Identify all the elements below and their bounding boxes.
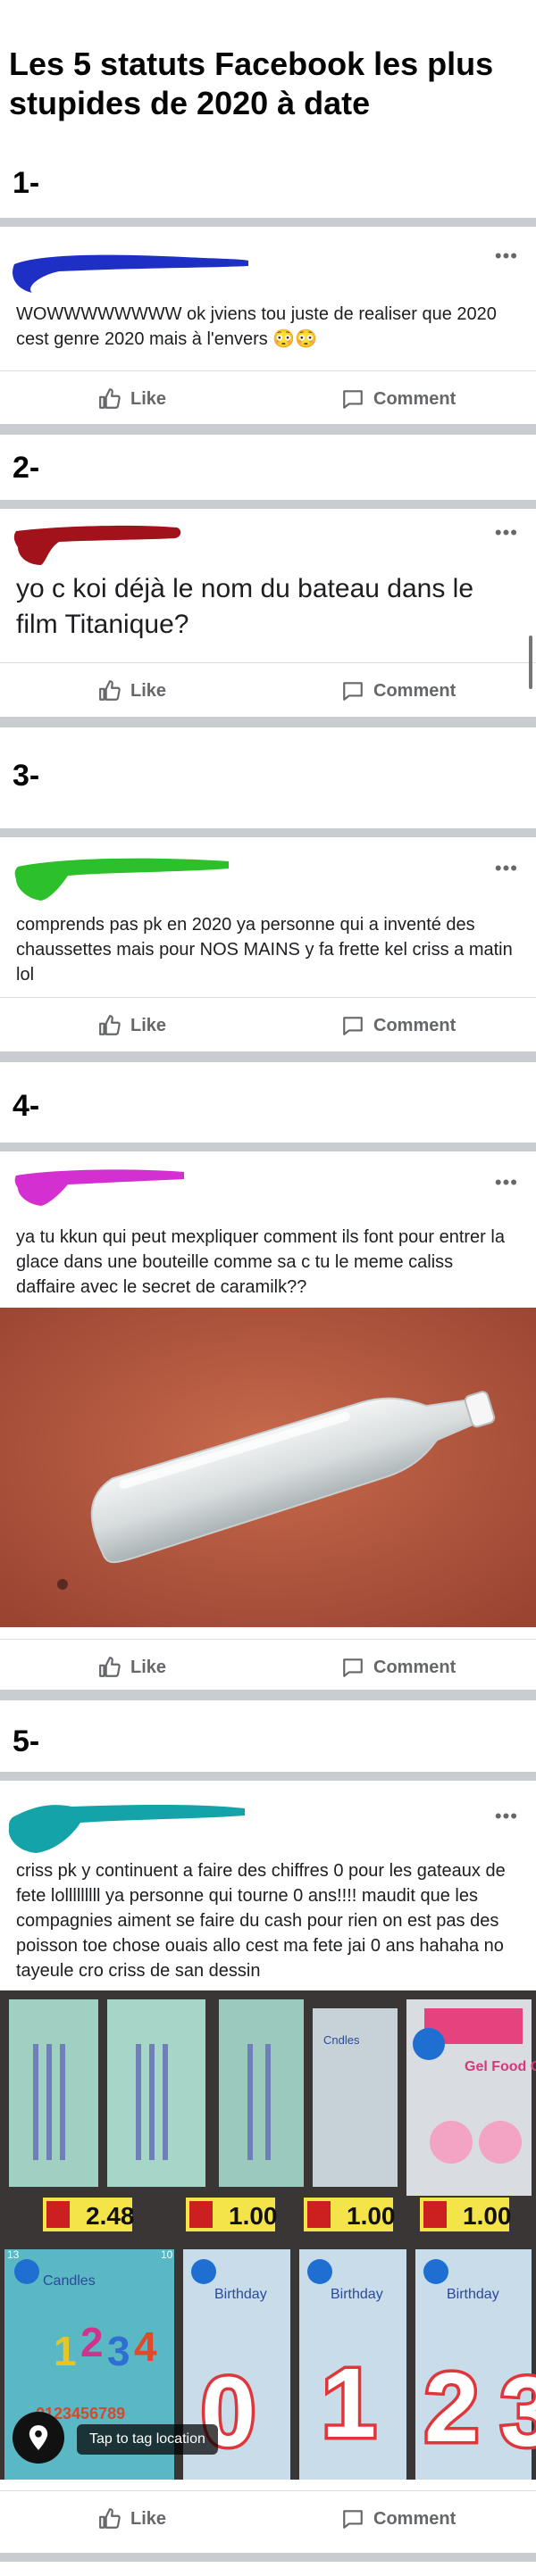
more-options-icon[interactable]: ••• [495, 246, 518, 266]
post-actions: Like Comment [0, 370, 536, 425]
post-actions: Like Comment [0, 2490, 536, 2545]
like-button[interactable]: Like [98, 1656, 166, 1679]
package-label: Cndles [323, 2033, 360, 2047]
post-number: 2- [13, 451, 40, 485]
comment-icon [343, 682, 363, 701]
comment-icon [343, 390, 363, 409]
divider [0, 218, 536, 227]
post-photo-frozen-bottle[interactable] [0, 1308, 536, 1627]
post-number: 4- [13, 1089, 40, 1123]
divider [0, 1772, 536, 1781]
location-pin-button[interactable] [13, 2412, 64, 2464]
package-label: Gel Food Colors [465, 2059, 536, 2074]
svg-text:2: 2 [80, 2319, 104, 2365]
like-icon [99, 2508, 121, 2529]
redaction-scribble [14, 858, 229, 901]
post-number: 3- [13, 759, 40, 793]
post-text: criss pk y continuent a faire des chiffr… [16, 1861, 506, 1981]
redaction-scribble [13, 525, 181, 565]
candle-shelf-illustration: Cndles Gel Food Colors 2.48 1.00 1.00 1.… [0, 1990, 536, 2480]
shelf-label: Birthday [447, 2287, 499, 2302]
package-badge: 10 [161, 2248, 173, 2261]
location-pin-icon [29, 2425, 48, 2450]
like-icon [99, 1015, 121, 1035]
like-icon [99, 388, 121, 409]
comment-icon [343, 2510, 363, 2529]
like-icon [99, 1657, 121, 1677]
section-separator [0, 2553, 536, 2562]
comment-button[interactable]: Comment [341, 2507, 456, 2530]
like-button[interactable]: Like [98, 387, 166, 411]
shelf-label: Birthday [331, 2287, 383, 2302]
comment-icon [343, 1658, 363, 1677]
post-actions: Like Comment [0, 1639, 536, 1693]
price-tag: 1.00 [229, 2202, 278, 2230]
svg-text:1: 1 [54, 2328, 77, 2374]
comment-button[interactable]: Comment [341, 1656, 456, 1679]
post-text: yo c koi déjà le nom du bateau dans le f… [16, 574, 474, 639]
price-tag: 2.48 [86, 2202, 135, 2230]
redaction-scribble [13, 254, 248, 293]
section-separator [0, 717, 536, 727]
svg-text:4: 4 [134, 2323, 157, 2370]
comment-icon [343, 1017, 363, 1035]
divider [0, 1143, 536, 1151]
shelf-label: Birthday [214, 2287, 267, 2302]
post-photo-candles[interactable]: Cndles Gel Food Colors 2.48 1.00 1.00 1.… [0, 1990, 536, 2480]
more-options-icon[interactable]: ••• [495, 1173, 518, 1192]
redaction-scribble [14, 1169, 184, 1206]
like-button[interactable]: Like [98, 679, 166, 702]
price-tag: 1.00 [463, 2202, 512, 2230]
section-separator [0, 1690, 536, 1700]
comment-button[interactable]: Comment [341, 387, 456, 411]
comment-button[interactable]: Comment [341, 679, 456, 702]
post-text: WOWWWWWWWW ok jviens tou juste de realis… [16, 304, 497, 349]
like-button[interactable]: Like [98, 1014, 166, 1037]
number-candle: 2 [424, 2353, 479, 2463]
like-icon [99, 680, 121, 701]
post-text: comprends pas pk en 2020 ya personne qui… [16, 915, 513, 985]
redaction-scribble [8, 1805, 245, 1853]
number-candle: 1 [322, 2348, 376, 2458]
post-text: ya tu kkun qui peut mexpliquer comment i… [16, 1227, 505, 1297]
price-tag: 1.00 [347, 2202, 396, 2230]
like-button[interactable]: Like [98, 2507, 166, 2530]
svg-text:3: 3 [107, 2328, 130, 2374]
more-options-icon[interactable]: ••• [495, 859, 518, 878]
more-options-icon[interactable]: ••• [495, 523, 518, 543]
frozen-bottle-illustration [0, 1308, 536, 1627]
post-actions: Like Comment [0, 662, 536, 717]
number-candle: 3 [500, 2357, 536, 2467]
section-separator [0, 424, 536, 435]
post-actions: Like Comment [0, 997, 536, 1051]
comment-button[interactable]: Comment [341, 1014, 456, 1037]
shelf-label: Candles [43, 2273, 96, 2289]
post-number: 5- [13, 1724, 40, 1758]
tag-location-button[interactable]: Tap to tag location [77, 2424, 218, 2455]
scrollbar[interactable] [529, 636, 532, 689]
package-badge: 13 [7, 2248, 20, 2261]
divider [0, 500, 536, 509]
more-options-icon[interactable]: ••• [495, 1807, 518, 1826]
post-number: 1- [13, 166, 40, 200]
page-title: Les 5 statuts Facebook les plus stupides… [9, 46, 494, 121]
section-separator [0, 1051, 536, 1062]
divider [0, 828, 536, 837]
